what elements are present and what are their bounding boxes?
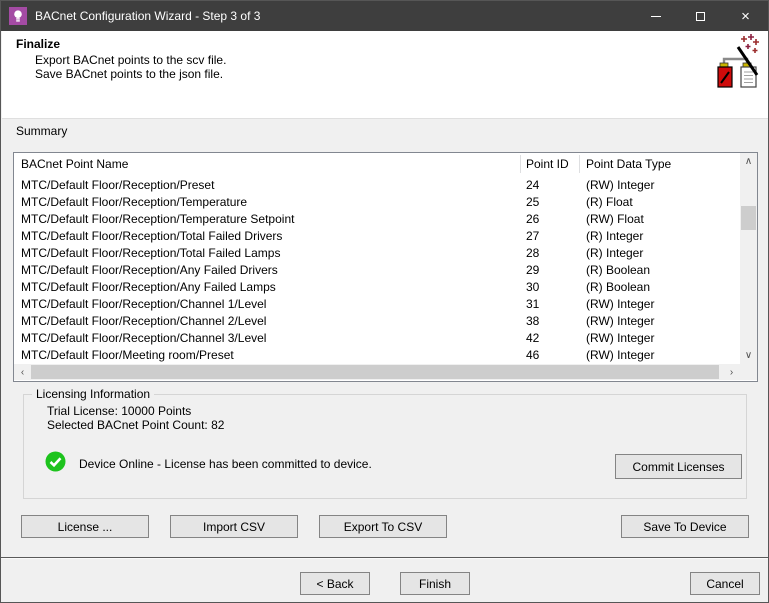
cell-point-id: 30 <box>526 280 540 294</box>
vertical-scrollbar[interactable]: ∧ ∨ <box>740 153 757 364</box>
cell-point-name: MTC/Default Floor/Reception/Channel 1/Le… <box>21 297 267 311</box>
cell-point-id: 26 <box>526 212 540 226</box>
cell-point-type: (R) Integer <box>586 229 644 243</box>
table-row[interactable]: MTC/Default Floor/Reception/Channel 2/Le… <box>14 313 740 330</box>
back-button[interactable]: < Back <box>300 572 370 595</box>
cell-point-id: 27 <box>526 229 540 243</box>
cell-point-name: MTC/Default Floor/Reception/Any Failed L… <box>21 280 276 294</box>
scrollbar-corner <box>740 364 757 380</box>
table-row[interactable]: MTC/Default Floor/Reception/Temperature … <box>14 211 740 228</box>
list-rows: MTC/Default Floor/Reception/Preset 24 (R… <box>14 177 740 364</box>
cell-point-id: 28 <box>526 246 540 260</box>
cell-point-type: (RW) Integer <box>586 314 655 328</box>
column-separator[interactable] <box>520 155 521 173</box>
export-to-csv-button[interactable]: Export To CSV <box>319 515 447 538</box>
wizard-wand-icon <box>717 34 759 88</box>
cell-point-name: MTC/Default Floor/Reception/Temperature … <box>21 212 295 226</box>
cancel-button[interactable]: Cancel <box>690 572 760 595</box>
licensing-groupbox: Licensing Information Trial License: 100… <box>23 387 747 499</box>
table-row[interactable]: MTC/Default Floor/Meeting room/Preset 46… <box>14 347 740 364</box>
table-row[interactable]: MTC/Default Floor/Reception/Channel 1/Le… <box>14 296 740 313</box>
maximize-icon <box>696 11 705 21</box>
column-separator[interactable] <box>579 155 580 173</box>
cell-point-id: 42 <box>526 331 540 345</box>
window-title: BACnet Configuration Wizard - Step 3 of … <box>35 9 261 23</box>
cell-point-id: 25 <box>526 195 540 209</box>
table-row[interactable]: MTC/Default Floor/Reception/Total Failed… <box>14 228 740 245</box>
cell-point-name: MTC/Default Floor/Reception/Any Failed D… <box>21 263 278 277</box>
cell-point-type: (RW) Integer <box>586 331 655 345</box>
point-count-text: Selected BACnet Point Count: 82 <box>47 418 225 432</box>
wizard-window: BACnet Configuration Wizard - Step 3 of … <box>0 0 769 603</box>
wizard-header: Finalize Export BACnet points to the scv… <box>2 31 768 119</box>
list-header: BACnet Point Name Point ID Point Data Ty… <box>14 153 740 175</box>
cell-point-type: (R) Boolean <box>586 280 651 294</box>
table-row[interactable]: MTC/Default Floor/Reception/Preset 24 (R… <box>14 177 740 194</box>
cell-point-name: MTC/Default Floor/Reception/Temperature <box>21 195 248 209</box>
cell-point-type: (RW) Integer <box>586 297 655 311</box>
cell-point-name: MTC/Default Floor/Reception/Total Failed… <box>21 229 283 243</box>
footer-divider <box>1 557 768 559</box>
vscroll-thumb[interactable] <box>741 206 756 230</box>
column-header-point-id[interactable]: Point ID <box>526 153 569 175</box>
cell-point-id: 31 <box>526 297 540 311</box>
table-row[interactable]: MTC/Default Floor/Reception/Total Failed… <box>14 245 740 262</box>
save-to-device-button[interactable]: Save To Device <box>621 515 749 538</box>
cell-point-name: MTC/Default Floor/Reception/Preset <box>21 178 215 192</box>
scroll-down-icon[interactable]: ∨ <box>740 347 757 364</box>
license-button[interactable]: License ... <box>21 515 149 538</box>
cell-point-id: 29 <box>526 263 540 277</box>
hscroll-thumb[interactable] <box>31 365 719 379</box>
horizontal-scrollbar[interactable]: ‹ › <box>14 364 740 380</box>
titlebar: BACnet Configuration Wizard - Step 3 of … <box>1 1 768 31</box>
cell-point-id: 46 <box>526 348 540 362</box>
table-row[interactable]: MTC/Default Floor/Reception/Any Failed L… <box>14 279 740 296</box>
cell-point-id: 38 <box>526 314 540 328</box>
summary-list: BACnet Point Name Point ID Point Data Ty… <box>13 152 758 382</box>
caption-buttons: × <box>633 1 768 31</box>
finish-button[interactable]: Finish <box>400 572 470 595</box>
cell-point-name: MTC/Default Floor/Meeting room/Preset <box>21 348 234 362</box>
cell-point-type: (RW) Integer <box>586 348 655 362</box>
cell-point-type: (R) Integer <box>586 246 644 260</box>
table-row[interactable]: MTC/Default Floor/Reception/Temperature … <box>14 194 740 211</box>
column-header-point-name[interactable]: BACnet Point Name <box>21 153 128 175</box>
cell-point-name: MTC/Default Floor/Reception/Channel 2/Le… <box>21 314 267 328</box>
check-circle-icon <box>45 451 66 472</box>
cell-point-id: 24 <box>526 178 540 192</box>
scroll-left-icon[interactable]: ‹ <box>14 364 31 380</box>
cell-point-type: (RW) Float <box>586 212 644 226</box>
table-row[interactable]: MTC/Default Floor/Reception/Any Failed D… <box>14 262 740 279</box>
import-csv-button[interactable]: Import CSV <box>170 515 298 538</box>
minimize-icon <box>650 15 661 17</box>
close-icon: × <box>741 7 750 25</box>
header-description-line2: Save BACnet points to the json file. <box>35 67 224 81</box>
lightbulb-app-icon <box>9 7 27 25</box>
cell-point-type: (R) Float <box>586 195 633 209</box>
cell-point-type: (R) Boolean <box>586 263 651 277</box>
summary-label: Summary <box>16 124 68 138</box>
cell-point-name: MTC/Default Floor/Reception/Total Failed… <box>21 246 281 260</box>
licensing-groupbox-label: Licensing Information <box>32 387 155 401</box>
column-header-point-data-type[interactable]: Point Data Type <box>586 153 671 175</box>
table-row[interactable]: MTC/Default Floor/Reception/Channel 3/Le… <box>14 330 740 347</box>
scroll-right-icon[interactable]: › <box>723 364 740 380</box>
cell-point-name: MTC/Default Floor/Reception/Channel 3/Le… <box>21 331 267 345</box>
maximize-button[interactable] <box>678 1 723 31</box>
scroll-up-icon[interactable]: ∧ <box>740 153 757 170</box>
commit-licenses-button[interactable]: Commit Licenses <box>615 454 742 479</box>
page-title: Finalize <box>16 37 61 51</box>
minimize-button[interactable] <box>633 1 678 31</box>
trial-license-text: Trial License: 10000 Points <box>47 404 192 418</box>
device-status-text: Device Online - License has been committ… <box>79 457 372 471</box>
header-description-line1: Export BACnet points to the scv file. <box>35 53 227 67</box>
cell-point-type: (RW) Integer <box>586 178 655 192</box>
close-button[interactable]: × <box>723 1 768 31</box>
